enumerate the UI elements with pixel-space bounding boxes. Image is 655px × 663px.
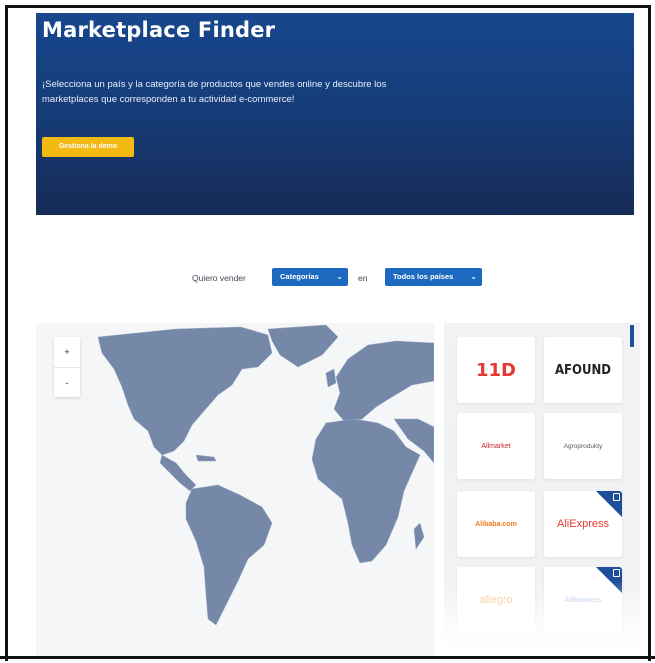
list-fade bbox=[444, 580, 640, 656]
map-region-greenland bbox=[267, 324, 339, 368]
map-region-north-america bbox=[97, 326, 273, 456]
scrollbar[interactable] bbox=[630, 325, 634, 347]
in-label: en bbox=[358, 273, 368, 283]
filter-row: Quiero vender Categorías ⌄ en Todos los … bbox=[0, 268, 655, 288]
zoom-out-button[interactable]: - bbox=[54, 367, 80, 397]
marketplace-name: Agroprodukty bbox=[563, 442, 603, 450]
document-icon bbox=[613, 493, 620, 501]
zoom-in-button[interactable]: + bbox=[54, 337, 80, 367]
map-region-central-america bbox=[159, 454, 197, 492]
marketplace-card[interactable]: Alibaba.com bbox=[457, 491, 535, 557]
marketplace-logo: 11D bbox=[457, 337, 535, 403]
map-region-madagascar bbox=[413, 522, 425, 550]
map-region-europe bbox=[333, 340, 434, 422]
map-region-africa bbox=[311, 418, 421, 564]
document-icon bbox=[613, 569, 620, 577]
map-region-uk bbox=[325, 368, 337, 388]
category-select[interactable]: Categorías ⌄ bbox=[272, 268, 348, 286]
marketplace-card[interactable]: AFOUND bbox=[544, 337, 622, 403]
marketplace-logo: Allmarket bbox=[457, 413, 535, 479]
world-map[interactable]: + - bbox=[36, 323, 434, 656]
map-region-caribbean bbox=[195, 454, 217, 462]
marketplace-card[interactable]: Agroprodukty bbox=[544, 413, 622, 479]
country-select-value: Todos los países bbox=[393, 272, 454, 281]
marketplace-name: Alibaba.com bbox=[475, 520, 517, 528]
marketplace-card[interactable]: 11D bbox=[457, 337, 535, 403]
frame-bottom bbox=[0, 656, 655, 659]
marketplace-card[interactable]: AliExpress bbox=[544, 491, 622, 557]
world-map-svg[interactable] bbox=[36, 323, 434, 656]
marketplace-name: AliExpress bbox=[557, 518, 609, 530]
page-title: Marketplace Finder bbox=[42, 18, 276, 42]
chevron-down-icon: ⌄ bbox=[336, 272, 343, 281]
chevron-down-icon: ⌄ bbox=[470, 272, 477, 281]
sell-label: Quiero vender bbox=[192, 273, 246, 283]
hero-banner: Marketplace Finder ¡Selecciona un país y… bbox=[36, 13, 634, 215]
marketplace-logo: Alibaba.com bbox=[457, 491, 535, 557]
category-select-value: Categorías bbox=[280, 272, 319, 281]
hero-description: ¡Selecciona un país y la categoría de pr… bbox=[42, 79, 387, 105]
demo-button[interactable]: Gestiona la demo bbox=[42, 137, 134, 157]
marketplace-logo: Agroprodukty bbox=[544, 413, 622, 479]
map-region-south-america bbox=[185, 484, 273, 626]
country-select[interactable]: Todos los países ⌄ bbox=[385, 268, 482, 286]
marketplace-card[interactable]: Allmarket bbox=[457, 413, 535, 479]
marketplace-name: 11D bbox=[476, 359, 516, 381]
marketplace-name: Allmarket bbox=[481, 442, 511, 450]
marketplace-name: AFOUND bbox=[555, 362, 611, 378]
zoom-control: + - bbox=[54, 337, 80, 397]
marketplace-logo: AFOUND bbox=[544, 337, 622, 403]
